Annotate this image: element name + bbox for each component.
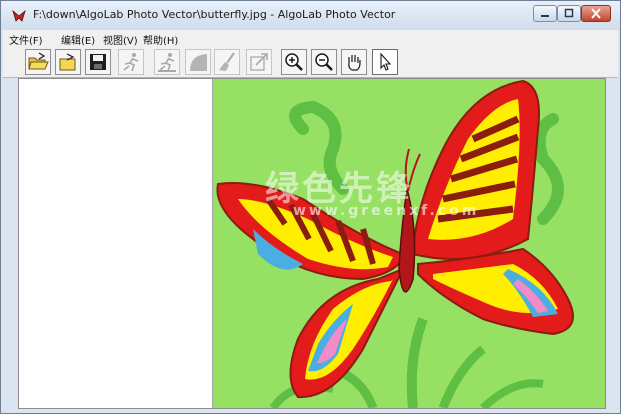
butterfly-image	[213, 79, 605, 408]
pointer-icon	[380, 52, 392, 71]
brush-button[interactable]	[214, 49, 240, 75]
save-icon	[90, 54, 106, 70]
zoom-out-icon	[315, 53, 333, 71]
window-title: F:\down\AlgoLab Photo Vector\butterfly.j…	[33, 8, 396, 21]
menu-bar: 文件(F) 编辑(E) 视图(V) 帮助(H)	[3, 30, 618, 47]
image-canvas[interactable]: 绿色先锋 www.greenxf.com	[213, 79, 605, 408]
run-step-button[interactable]	[154, 49, 180, 75]
save-button[interactable]	[85, 49, 111, 75]
app-window: F:\down\AlgoLab Photo Vector\butterfly.j…	[0, 0, 621, 414]
fill-shape-icon	[190, 54, 207, 71]
open-image-icon	[59, 53, 76, 71]
close-icon	[591, 8, 601, 19]
left-panel[interactable]	[19, 79, 213, 408]
title-bar[interactable]: F:\down\AlgoLab Photo Vector\butterfly.j…	[1, 1, 620, 30]
hand-pan-button[interactable]	[341, 49, 367, 75]
zoom-in-icon	[285, 53, 303, 71]
minimize-icon	[541, 15, 549, 17]
open-folder-button[interactable]	[25, 49, 51, 75]
open-folder-icon	[28, 52, 49, 70]
workspace: 绿色先锋 www.greenxf.com	[18, 78, 606, 409]
zoom-out-button[interactable]	[311, 49, 337, 75]
menu-edit[interactable]: 编辑(E)	[61, 32, 95, 47]
open-image-button[interactable]	[55, 49, 81, 75]
maximize-icon	[564, 8, 574, 18]
export-button[interactable]	[246, 49, 272, 75]
app-icon	[12, 9, 26, 22]
pointer-button[interactable]	[372, 49, 398, 75]
brush-icon	[219, 52, 235, 71]
menu-help[interactable]: 帮助(H)	[143, 32, 178, 47]
zoom-in-button[interactable]	[281, 49, 307, 75]
export-icon	[250, 53, 268, 71]
maximize-button[interactable]	[557, 5, 581, 22]
toolbar	[3, 47, 618, 78]
hand-pan-icon	[348, 55, 361, 71]
menu-view[interactable]: 视图(V)	[103, 32, 138, 47]
run-button[interactable]	[118, 49, 144, 75]
fill-shape-button[interactable]	[185, 49, 211, 75]
watermark-url: www.greenxf.com	[293, 203, 480, 219]
menu-file[interactable]: 文件(F)	[9, 32, 43, 47]
minimize-button[interactable]	[533, 5, 557, 22]
close-button[interactable]	[581, 5, 611, 22]
run-icon	[123, 53, 139, 72]
run-step-icon	[158, 53, 176, 72]
